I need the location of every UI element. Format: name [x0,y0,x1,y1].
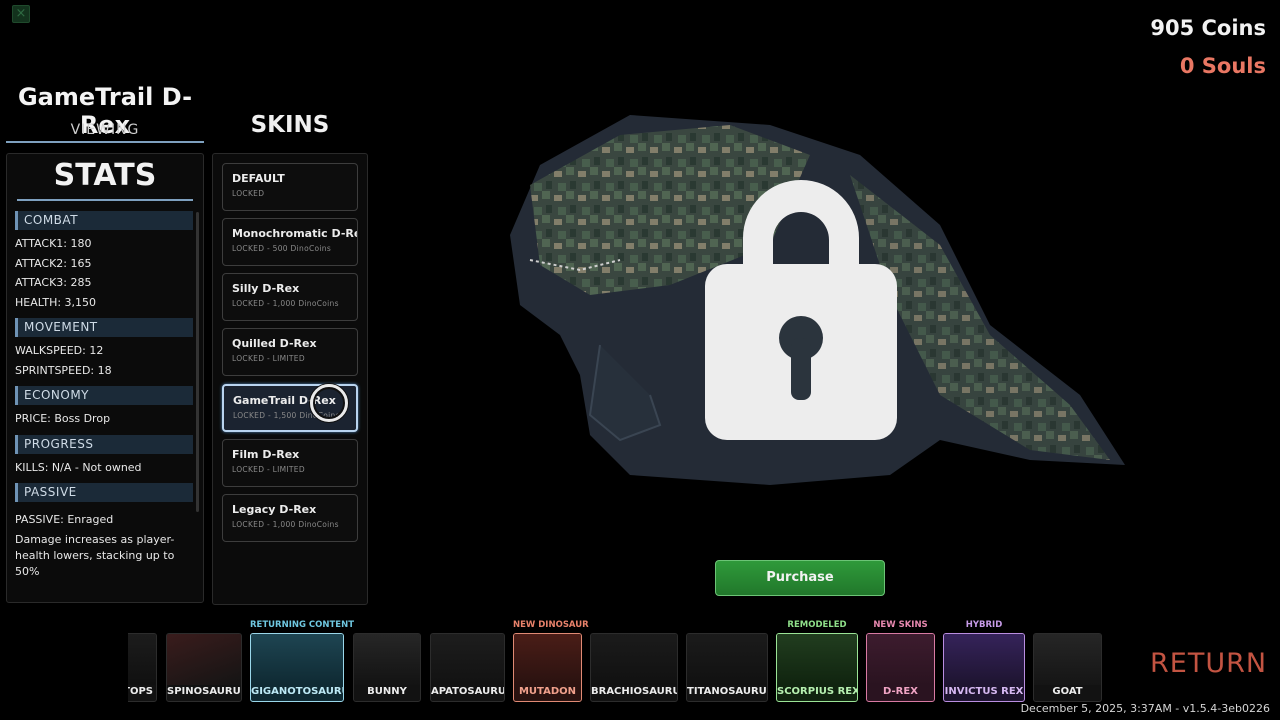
dino-card-apatosaurus[interactable]: APATOSAURUS [430,633,505,702]
purchase-button[interactable]: Purchase [715,560,885,596]
dino-thumbnail [867,634,934,685]
cursor-ring-icon [310,384,348,422]
skin-status: LOCKED - 1,000 DinoCoins [232,299,339,308]
stats-title: STATS [53,158,157,193]
skin-name: Silly D-Rex [232,282,300,295]
skin-status: LOCKED - LIMITED [232,354,305,363]
skin-card-quilled[interactable]: Quilled D-Rex LOCKED - LIMITED [222,328,358,376]
skin-card-silly[interactable]: Silly D-Rex LOCKED - 1,000 DinoCoins [222,273,358,321]
dino-thumbnail [1034,634,1101,685]
dino-card-titanosaurus[interactable]: TITANOSAURUS [686,633,768,702]
dino-card-name: TITANOSAURUS [687,686,768,697]
section-combat: COMBAT [15,211,193,230]
dino-card-name: SPINOSAURUS [167,686,242,697]
tag-hybrid: HYBRID [965,620,1003,630]
dino-card-mutadon[interactable]: MUTADON [513,633,582,702]
stats-divider [17,199,193,201]
skin-card-film[interactable]: Film D-Rex LOCKED - LIMITED [222,439,358,487]
dino-thumbnail [777,634,857,685]
stat-passive: PASSIVE: Enraged [15,513,114,526]
dino-card-name: TOPS [128,686,153,697]
skin-card-default[interactable]: DEFAULT LOCKED [222,163,358,211]
dino-card-name: GIGANOTOSAURUS [251,686,343,697]
section-economy: ECONOMY [15,386,193,405]
dino-card-name: MUTADON [518,686,577,697]
dino-thumbnail [514,634,581,685]
viewing-label: VIEWING [70,122,140,138]
dino-card-name: GOAT [1052,686,1083,697]
stat-attack2: ATTACK2: 165 [15,256,92,270]
stats-scrollbar[interactable] [196,212,199,512]
dino-thumbnail [128,634,156,685]
dino-card-name: BRACHIOSAURUS [591,686,677,697]
stat-sprintspeed: SPRINTSPEED: 18 [15,363,112,377]
dino-card-d-rex[interactable]: D-REX [866,633,935,702]
dino-thumbnail [251,634,343,685]
dino-thumbnail [944,634,1024,685]
skin-status: LOCKED [232,189,265,198]
skin-name: Monochromatic D-Rex [232,227,357,240]
skin-status: LOCKED - 1,000 DinoCoins [232,520,339,529]
dino-thumbnail [431,634,504,685]
dino-card-tops[interactable]: TOPS [128,633,157,702]
skin-name: Quilled D-Rex [232,337,317,350]
dino-thumbnail [354,634,420,685]
stat-walkspeed: WALKSPEED: 12 [15,344,104,357]
stat-price: PRICE: Boss Drop [15,412,111,425]
dino-preview[interactable] [470,95,1150,515]
skin-card-monochromatic[interactable]: Monochromatic D-Rex LOCKED - 500 DinoCoi… [222,218,358,266]
close-button[interactable]: × [12,5,30,23]
section-progress: PROGRESS [15,434,193,454]
skin-status: LOCKED - LIMITED [232,465,305,474]
dino-thumbnail [167,634,241,685]
stats-panel: STATS COMBAT ATTACK1: 180 ATTACK2: 165 A… [6,153,204,603]
section-passive: PASSIVE [15,483,193,502]
stat-attack3: ATTACK3: 285 [15,276,92,289]
skin-name: Legacy D-Rex [232,503,317,516]
dino-card-bunny[interactable]: BUNNY [353,633,421,702]
skins-panel: DEFAULT LOCKED Monochromatic D-Rex LOCKE… [212,153,368,605]
dino-card-name: SCORPIUS REX [777,686,858,697]
dino-card-invictus-rex[interactable]: INVICTUS REX [943,633,1025,702]
tag-new-skins: NEW SKINS [873,620,928,630]
dino-card-giganotosaurus[interactable]: GIGANOTOSAURUS [250,633,344,702]
version-info: December 5, 2025, 3:37AM - v1.5.4-3eb022… [1020,702,1270,715]
stat-attack1: ATTACK1: 180 [15,237,92,250]
tag-returning-content: RETURNING CONTENT [250,620,355,630]
dino-card-name: APATOSAURUS [431,686,505,697]
dino-card-spinosaurus[interactable]: SPINOSAURUS [166,633,242,702]
dino-card-brachiosaurus[interactable]: BRACHIOSAURUS [590,633,678,702]
dino-thumbnail [687,634,767,685]
dino-card-scorpius-rex[interactable]: SCORPIUS REX [776,633,858,702]
stat-kills: KILLS: N/A - Not owned [15,460,142,474]
tag-remodeled: REMODELED [787,620,847,630]
padlock-icon [705,180,897,440]
skin-name: DEFAULT [232,172,285,185]
dino-carousel[interactable]: TOPS SPINOSAURUS RETURNING CONTENT GIGAN… [128,620,1108,704]
passive-description: Damage increases as player-health lowers… [15,532,175,578]
tag-new-dinosaur: NEW DINOSAUR [513,620,589,630]
stat-health: HEALTH: 3,150 [15,295,97,309]
coins-counter: 905 Coins [1150,16,1266,40]
skin-name: Film D-Rex [232,448,300,461]
souls-counter: 0 Souls [1179,54,1266,78]
section-movement: MOVEMENT [15,318,193,337]
skins-heading: SKINS [250,112,330,138]
skin-card-legacy[interactable]: Legacy D-Rex LOCKED - 1,000 DinoCoins [222,494,358,542]
skin-status: LOCKED - 500 DinoCoins [232,244,332,253]
dino-card-name: INVICTUS REX [944,686,1024,697]
dino-card-name: D-REX [883,686,918,697]
dino-thumbnail [591,634,677,685]
dino-card-goat[interactable]: GOAT [1033,633,1102,702]
return-button[interactable]: RETURN [1150,648,1267,679]
dino-card-name: BUNNY [367,686,407,697]
